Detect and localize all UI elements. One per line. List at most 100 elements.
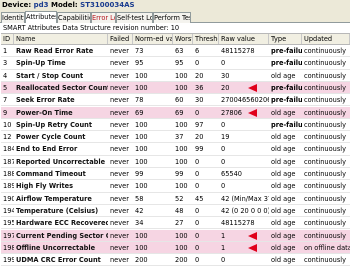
attr-updated: continuously: [304, 170, 346, 178]
attr-worst: 37: [175, 133, 184, 142]
col-name-header[interactable]: Name: [14, 34, 108, 44]
attr-worst: 100: [175, 157, 188, 166]
attr-raw-value: 19: [221, 133, 230, 142]
table-row[interactable]: 190Airflow Temperature never 58 52 45 42 (Min…: [1, 193, 350, 205]
col-worst-header[interactable]: Worst: [173, 34, 193, 44]
table-row[interactable]: 10 Spin-Up Retry Count never 100 100 97 0 pre-f…: [1, 119, 350, 132]
attr-raw-value: 30: [221, 71, 230, 80]
attr-threshold: 97: [195, 120, 204, 129]
attr-raw-value: 65540: [221, 170, 242, 178]
table-row[interactable]: 5 Reallocated Sector Count never 100 100 36 20…: [1, 81, 350, 95]
attr-name: Reallocated Sector Count: [16, 83, 108, 92]
table-row[interactable]: 198Offline Uncorrectable never 100 100 0 1 old…: [1, 241, 350, 255]
attr-normalized-value: 73: [135, 47, 144, 55]
attr-worst: 95: [175, 59, 184, 68]
attr-raw-value: 0: [221, 182, 226, 191]
attr-normalized-value: 100: [135, 133, 148, 142]
revision-text: SMART Attributes Data Structure revision…: [0, 23, 350, 33]
table-row[interactable]: 199UDMA CRC Error Count never 200 200 0 0 old …: [1, 254, 350, 267]
attr-worst: 52: [175, 194, 184, 203]
attr-failed: never: [110, 170, 129, 178]
attr-normalized-value: 34: [135, 219, 144, 228]
attr-threshold: 0: [195, 170, 200, 178]
attr-failed: never: [110, 59, 129, 68]
attr-normalized-value: 42: [135, 206, 144, 215]
table-row[interactable]: 189High Fly Writes never 100 100 0 0 old age co…: [1, 180, 350, 193]
red-left-arrow-icon: [248, 83, 257, 92]
table-row[interactable]: 9 Power-On Time never 69 69 0 27806 old age cont…: [1, 106, 350, 119]
attr-type: old age: [271, 256, 296, 265]
attr-updated: continuously: [304, 71, 346, 80]
attr-type: old age: [271, 194, 296, 203]
table-row[interactable]: 12 Power Cycle Count never 100 37 20 19 old age…: [1, 131, 350, 144]
attr-raw-value: 48115278: [221, 219, 255, 228]
attr-type: old age: [271, 133, 296, 142]
device-value: pd3: [33, 1, 49, 9]
attributes-table: ID Name Failed Norm-ed value Worst Thres…: [1, 33, 350, 269]
attr-type: old age: [271, 243, 296, 252]
table-row[interactable]: 1 Raw Read Error Rate never 73 63 6 48115278 pr…: [1, 45, 350, 58]
tab-error-log[interactable]: Error Log: [91, 12, 116, 23]
attr-threshold: 0: [195, 219, 200, 228]
attr-threshold: 0: [195, 256, 200, 265]
table-row[interactable]: 3 Spin-Up Time never 95 95 0 0 pre-failureconti…: [1, 57, 350, 70]
col-threshold-header[interactable]: Threshold: [193, 34, 219, 44]
tab-identity[interactable]: Identity: [1, 12, 25, 23]
attr-failed: never: [110, 145, 129, 154]
attr-updated: continuously: [304, 206, 346, 215]
attr-updated: continuously: [304, 59, 346, 68]
attr-type: pre-failure: [271, 47, 302, 55]
attr-raw-value: 0: [221, 145, 226, 154]
attr-failed: never: [110, 194, 129, 203]
tab-attributes[interactable]: Attributes: [25, 11, 57, 23]
attr-id: 9: [3, 108, 8, 117]
attr-id: 187: [3, 157, 14, 166]
attr-normalized-value: 95: [135, 59, 144, 68]
attr-threshold: 30: [195, 96, 204, 105]
attr-failed: never: [110, 157, 129, 166]
model-value: ST3100034AS: [80, 1, 135, 9]
attr-failed: never: [110, 71, 129, 80]
col-type-header[interactable]: Type: [269, 34, 302, 44]
attr-normalized-value: 58: [135, 194, 144, 203]
attr-worst: 69: [175, 108, 184, 117]
attr-worst: 100: [175, 71, 188, 80]
table-row[interactable]: 4 Start / Stop Count never 100 100 20 30 old ag…: [1, 70, 350, 82]
col-norm-header[interactable]: Norm-ed value: [133, 34, 173, 44]
device-header: Device: pd3 Model: ST3100034AS: [0, 0, 350, 11]
tab-self-test-logs[interactable]: Self-test Logs: [116, 12, 153, 23]
table-row[interactable]: 188Command Timeout never 99 99 0 65540 old age…: [1, 168, 350, 181]
table-row[interactable]: 197Current Pending Sector Countnever 100 1…: [1, 229, 350, 242]
attr-threshold: 20: [195, 71, 204, 80]
attr-type: old age: [271, 206, 296, 215]
table-row[interactable]: 184End to End Error never 100 100 99 0 old age…: [1, 143, 350, 156]
attr-normalized-value: 78: [135, 96, 144, 105]
attr-id: 194: [3, 206, 14, 215]
tab-capabilities[interactable]: Capabilities: [57, 12, 91, 23]
attr-updated: continuously: [304, 256, 346, 265]
attr-failed: never: [110, 83, 129, 92]
attr-threshold: 45: [195, 194, 204, 203]
attr-name: Airflow Temperature: [16, 194, 92, 203]
attr-worst: 100: [175, 231, 188, 240]
attr-updated: continuously: [304, 145, 346, 154]
table-row[interactable]: 195Hardware ECC Recoverednever 34 27 0 48115…: [1, 217, 350, 230]
col-updated-header[interactable]: Updated: [302, 34, 350, 44]
attr-threshold: 20: [195, 133, 204, 142]
attr-updated: continuously: [304, 96, 346, 105]
table-row[interactable]: 194Temperature (Celsius) never 42 48 0 42 (0 …: [1, 205, 350, 218]
col-failed-header[interactable]: Failed: [108, 34, 133, 44]
attr-type: old age: [271, 231, 296, 240]
attr-type: pre-failure: [271, 83, 302, 92]
attr-raw-value: 1: [221, 243, 226, 252]
attr-worst: 100: [175, 83, 188, 92]
attr-worst: 100: [175, 182, 188, 191]
red-left-arrow-icon: [248, 108, 257, 117]
table-row[interactable]: 7 Seek Error Rate never 78 60 30 270046560206 p…: [1, 94, 350, 107]
attr-normalized-value: 100: [135, 243, 148, 252]
col-raw-header[interactable]: Raw value: [219, 34, 269, 44]
attr-name: Command Timeout: [16, 170, 86, 178]
table-row[interactable]: 187Reported Uncorrectable never 100 100 0 0 ol…: [1, 156, 350, 168]
tab-perform-tests[interactable]: Perform Tests: [153, 12, 191, 23]
col-id-header[interactable]: ID: [1, 34, 14, 44]
